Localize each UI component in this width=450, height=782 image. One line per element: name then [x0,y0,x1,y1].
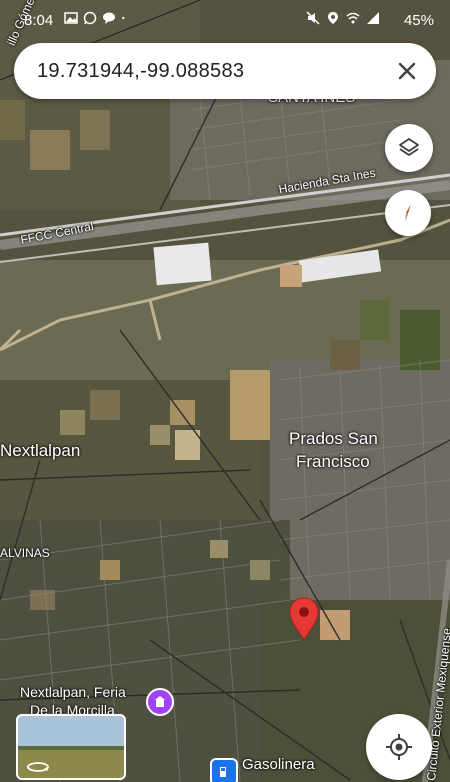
status-bar: 8:04 45% [0,0,450,40]
close-icon[interactable] [392,56,422,86]
label-nextlalpan: Nextlalpan [0,441,81,460]
label-feria-line1: Nextlalpan, Feria [20,684,126,700]
battery-level: 45% [403,12,434,29]
street-view-thumbnail[interactable] [16,714,126,780]
layers-icon [399,138,419,156]
label-prados-line1: Prados San [289,429,378,448]
compass-icon [402,204,414,222]
my-location-button[interactable] [366,714,432,780]
search-bar[interactable]: 19.731944,-99.088583 [14,43,436,99]
mute-icon [306,11,320,25]
location-icon [328,12,338,24]
signal-icon [367,12,379,24]
compass-button[interactable] [385,190,431,236]
image-icon [64,12,78,24]
layers-button[interactable] [385,124,433,172]
satellite-map[interactable]: illo Gómez SANTA INES Hacienda Sta Ines … [0,0,450,782]
label-prados-line2: Francisco [296,452,370,471]
label-malvinas: ALVINAS [0,546,50,560]
chat-icon [103,12,115,24]
my-location-icon [386,734,412,760]
street-view-360-icon [27,762,49,772]
whatsapp-icon [83,11,97,25]
label-gasolinera: Gasolinera [242,756,315,773]
search-query[interactable]: 19.731944,-99.088583 [37,60,244,83]
dot-icon [122,16,125,20]
location-pin-icon[interactable] [288,597,320,641]
status-time: 8:04 [24,12,54,29]
gas-station-icon[interactable] [210,758,238,782]
satellite-imagery [0,0,450,782]
wifi-icon [346,12,360,24]
poi-fair-icon[interactable] [146,688,174,716]
